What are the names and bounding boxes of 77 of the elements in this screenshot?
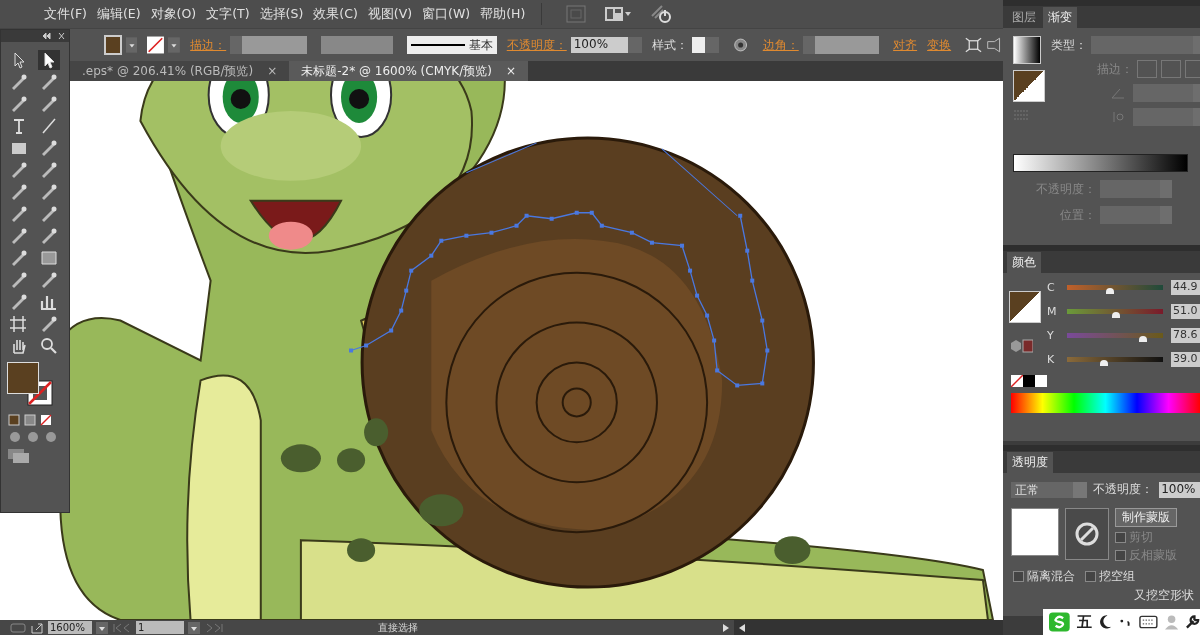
panel-tab[interactable]: 图层 xyxy=(1007,7,1041,28)
export-icon[interactable] xyxy=(30,621,44,634)
horizontal-scrollbar[interactable] xyxy=(734,620,1003,635)
stroke-weight-field[interactable] xyxy=(230,36,307,54)
keyboard-icon[interactable] xyxy=(1139,615,1158,629)
channel-value-field[interactable]: 44.9 xyxy=(1171,279,1200,295)
stroke-none-swatch[interactable] xyxy=(147,35,165,55)
current-tool-label: 直接选择 xyxy=(378,620,419,635)
channel-value-field[interactable]: 51.0 xyxy=(1171,303,1200,319)
menu-item[interactable]: 选择(S) xyxy=(259,5,304,23)
slider-thumb[interactable] xyxy=(1106,287,1115,294)
angle-icon xyxy=(1111,87,1125,99)
panel-tab[interactable]: 颜色 xyxy=(1007,252,1041,273)
options-icon[interactable] xyxy=(986,36,1003,54)
menu-item[interactable]: 对象(O) xyxy=(150,5,197,23)
input-logo-icon[interactable] xyxy=(1049,612,1070,632)
corner-field[interactable] xyxy=(802,36,880,54)
document-tab[interactable]: 未标题-2* @ 1600% (CMYK/预览) × xyxy=(289,61,528,81)
collapse-icon[interactable] xyxy=(41,32,65,40)
blend-option-checkbox[interactable]: 挖空组 xyxy=(1085,569,1135,584)
channel-label: C xyxy=(1047,280,1056,294)
play-arrow-icon[interactable] xyxy=(722,622,730,633)
screen-mode-icon[interactable] xyxy=(7,448,31,464)
channel-label: K xyxy=(1047,352,1056,366)
slider-thumb[interactable] xyxy=(1111,311,1120,318)
make-mask-button[interactable]: 制作蒙版 xyxy=(1115,508,1177,527)
opacity-field[interactable]: 100% xyxy=(1159,481,1200,498)
recolor-icon[interactable] xyxy=(733,36,749,54)
default-color-swatches[interactable] xyxy=(1011,375,1047,387)
channel-label: Y xyxy=(1047,328,1055,342)
fill-color-swatch[interactable] xyxy=(7,362,39,394)
isolate-icon[interactable] xyxy=(965,36,983,54)
fill-stroke-swatch[interactable] xyxy=(1009,291,1041,323)
wrench-icon[interactable] xyxy=(1184,614,1200,630)
menu-item[interactable]: 帮助(H) xyxy=(480,5,526,23)
input-mode-label[interactable]: 五 xyxy=(1076,612,1092,632)
menu-item[interactable]: 文字(T) xyxy=(206,5,250,23)
fill-stroke-swatch[interactable] xyxy=(1013,70,1045,102)
graphic-style-swatch[interactable] xyxy=(691,37,720,53)
slider-thumb[interactable] xyxy=(1138,335,1147,342)
opacity-field[interactable]: 100% xyxy=(570,37,642,53)
selected-path-drawing[interactable] xyxy=(349,142,770,388)
color-spectrum[interactable] xyxy=(1011,393,1200,413)
menu-item[interactable]: 效果(C) xyxy=(313,5,358,23)
scroll-left-arrow-icon[interactable] xyxy=(738,622,746,633)
zoom-field[interactable]: 1600% xyxy=(48,621,92,634)
gradient-swatch[interactable] xyxy=(1013,36,1041,64)
fill-swatch[interactable] xyxy=(104,35,122,55)
panel-tab[interactable]: 透明度 xyxy=(1007,452,1053,473)
mask-thumbnail[interactable] xyxy=(1065,508,1109,560)
layout-icon[interactable] xyxy=(604,5,633,23)
channel-value-field[interactable]: 39.0 xyxy=(1171,351,1200,367)
direct-tool-icon[interactable] xyxy=(38,50,60,70)
menu-item[interactable]: 文件(F) xyxy=(44,5,87,23)
channel-label: M xyxy=(1047,304,1058,318)
aspect-ratio-icon xyxy=(1111,111,1125,123)
moon-icon[interactable] xyxy=(1098,614,1112,630)
blend-mode-dropdown[interactable]: 正常 xyxy=(1011,481,1088,498)
object-thumbnail[interactable] xyxy=(1011,508,1059,556)
menu-item[interactable]: 编辑(E) xyxy=(96,5,141,23)
channel-value-field[interactable]: 78.6 xyxy=(1171,327,1200,343)
panel-tab[interactable]: 渐变 xyxy=(1043,7,1077,28)
menu-item[interactable]: 窗口(W) xyxy=(422,5,471,23)
color-mode-icon[interactable] xyxy=(7,414,55,426)
slider-thumb[interactable] xyxy=(1100,359,1109,366)
out-of-gamut-icon[interactable] xyxy=(1009,339,1033,353)
brush-style-dropdown[interactable]: 基本 xyxy=(407,36,497,54)
close-tab-button[interactable]: × xyxy=(267,64,278,78)
knockout-shape-label: 又挖空形状 xyxy=(1133,587,1195,603)
menu-item[interactable]: 视图(V) xyxy=(367,5,413,23)
document-tab[interactable]: .eps* @ 206.41% (RGB/预览) × xyxy=(70,61,290,81)
opacity-label: 不透明度： xyxy=(1093,481,1154,498)
style-label: 样式： xyxy=(651,36,688,54)
type-label: 类型： xyxy=(1051,36,1087,54)
page-field[interactable]: 1 xyxy=(136,621,184,634)
close-tab-button[interactable]: × xyxy=(505,64,516,78)
blend-option-checkbox[interactable]: 隔离混合 xyxy=(1013,569,1075,584)
